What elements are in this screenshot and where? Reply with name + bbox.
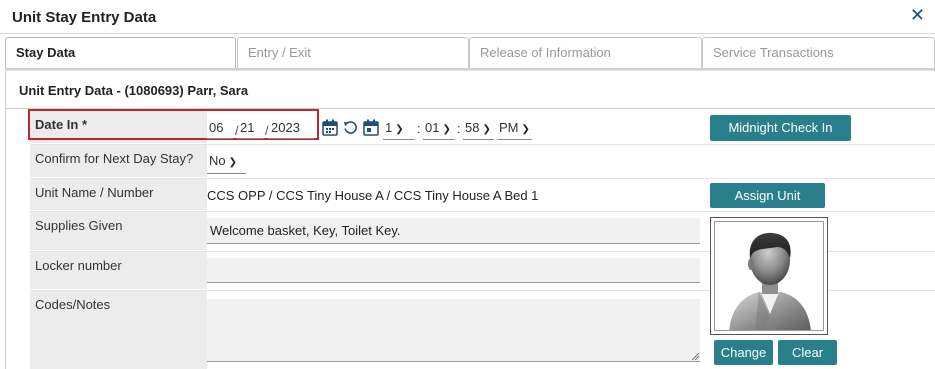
close-icon[interactable]: ✕	[910, 6, 925, 24]
tab-entry-exit[interactable]: Entry / Exit	[237, 37, 469, 69]
calendar-icon[interactable]	[322, 119, 338, 136]
assign-unit-button[interactable]: Assign Unit	[710, 183, 825, 208]
chevron-down-icon: ❯	[442, 124, 451, 135]
unit-name-value: CCS OPP / CCS Tiny House A / CCS Tiny Ho…	[207, 188, 539, 203]
undo-icon[interactable]	[343, 120, 358, 135]
time-calendar-icon[interactable]	[363, 119, 379, 136]
midnight-check-in-button[interactable]: Midnight Check In	[710, 115, 851, 141]
confirm-next-day-label: Confirm for Next Day Stay?	[35, 151, 194, 166]
chevron-down-icon: ❯	[395, 124, 404, 135]
time-separator: :	[417, 121, 421, 136]
locker-number-input[interactable]	[207, 258, 700, 283]
locker-number-label: Locker number	[35, 258, 122, 273]
date-year-input[interactable]: 2023	[268, 117, 314, 139]
client-photo-frame	[710, 217, 828, 335]
minute-select[interactable]: 01 ❯	[423, 117, 455, 140]
ampm-value: PM	[499, 120, 519, 135]
client-photo	[714, 221, 824, 331]
supplies-given-label-cell: Supplies Given	[30, 211, 207, 251]
section-header: Unit Entry Data - (1080693) Parr, Sara	[6, 71, 935, 109]
confirm-next-day-label-cell: Confirm for Next Day Stay?	[30, 144, 207, 178]
tab-bar: Stay Data Entry / Exit Release of Inform…	[5, 37, 935, 70]
codes-notes-label-cell: Codes/Notes	[30, 290, 207, 369]
codes-notes-textarea[interactable]	[207, 299, 700, 362]
dialog-title: Unit Stay Entry Data	[12, 9, 157, 26]
chevron-down-icon: ❯	[521, 124, 530, 135]
tab-stay-data[interactable]: Stay Data	[5, 37, 236, 70]
change-photo-button[interactable]: Change	[714, 340, 773, 365]
tab-service-transactions[interactable]: Service Transactions	[702, 37, 935, 69]
supplies-given-input[interactable]: Welcome basket, Key, Toilet Key.	[207, 218, 700, 244]
confirm-next-day-select[interactable]: No ❯	[207, 150, 246, 174]
person-silhouette-icon	[729, 232, 811, 330]
ampm-select[interactable]: PM ❯	[497, 117, 532, 140]
time-separator: :	[457, 121, 461, 136]
clear-photo-button[interactable]: Clear	[778, 340, 837, 365]
locker-number-label-cell: Locker number	[30, 251, 207, 290]
resize-handle-icon[interactable]	[692, 353, 699, 360]
row-divider	[30, 211, 935, 212]
hour-select[interactable]: 1 ❯	[383, 117, 415, 140]
section-title: Unit Entry Data - (1080693) Parr, Sara	[19, 83, 249, 98]
minute-value: 01	[425, 120, 440, 135]
hour-value: 1	[385, 120, 393, 135]
second-value: 58	[465, 120, 480, 135]
row-divider	[30, 144, 935, 145]
confirm-next-day-value: No	[209, 153, 226, 168]
date-day-input[interactable]: 21	[237, 117, 264, 139]
row-divider	[30, 178, 935, 179]
codes-notes-label: Codes/Notes	[35, 297, 111, 312]
tab-release-of-information[interactable]: Release of Information	[469, 37, 702, 69]
chevron-down-icon: ❯	[482, 124, 491, 135]
unit-name-label: Unit Name / Number	[35, 185, 154, 200]
unit-name-label-cell: Unit Name / Number	[30, 178, 207, 211]
date-month-input[interactable]: 06	[206, 117, 233, 139]
second-select[interactable]: 58 ❯	[463, 117, 494, 140]
stay-data-panel: Unit Entry Data - (1080693) Parr, Sara D…	[5, 70, 935, 369]
supplies-given-label: Supplies Given	[35, 218, 123, 233]
chevron-down-icon: ❯	[228, 157, 238, 168]
dialog-titlebar: Unit Stay Entry Data ✕	[0, 0, 935, 34]
